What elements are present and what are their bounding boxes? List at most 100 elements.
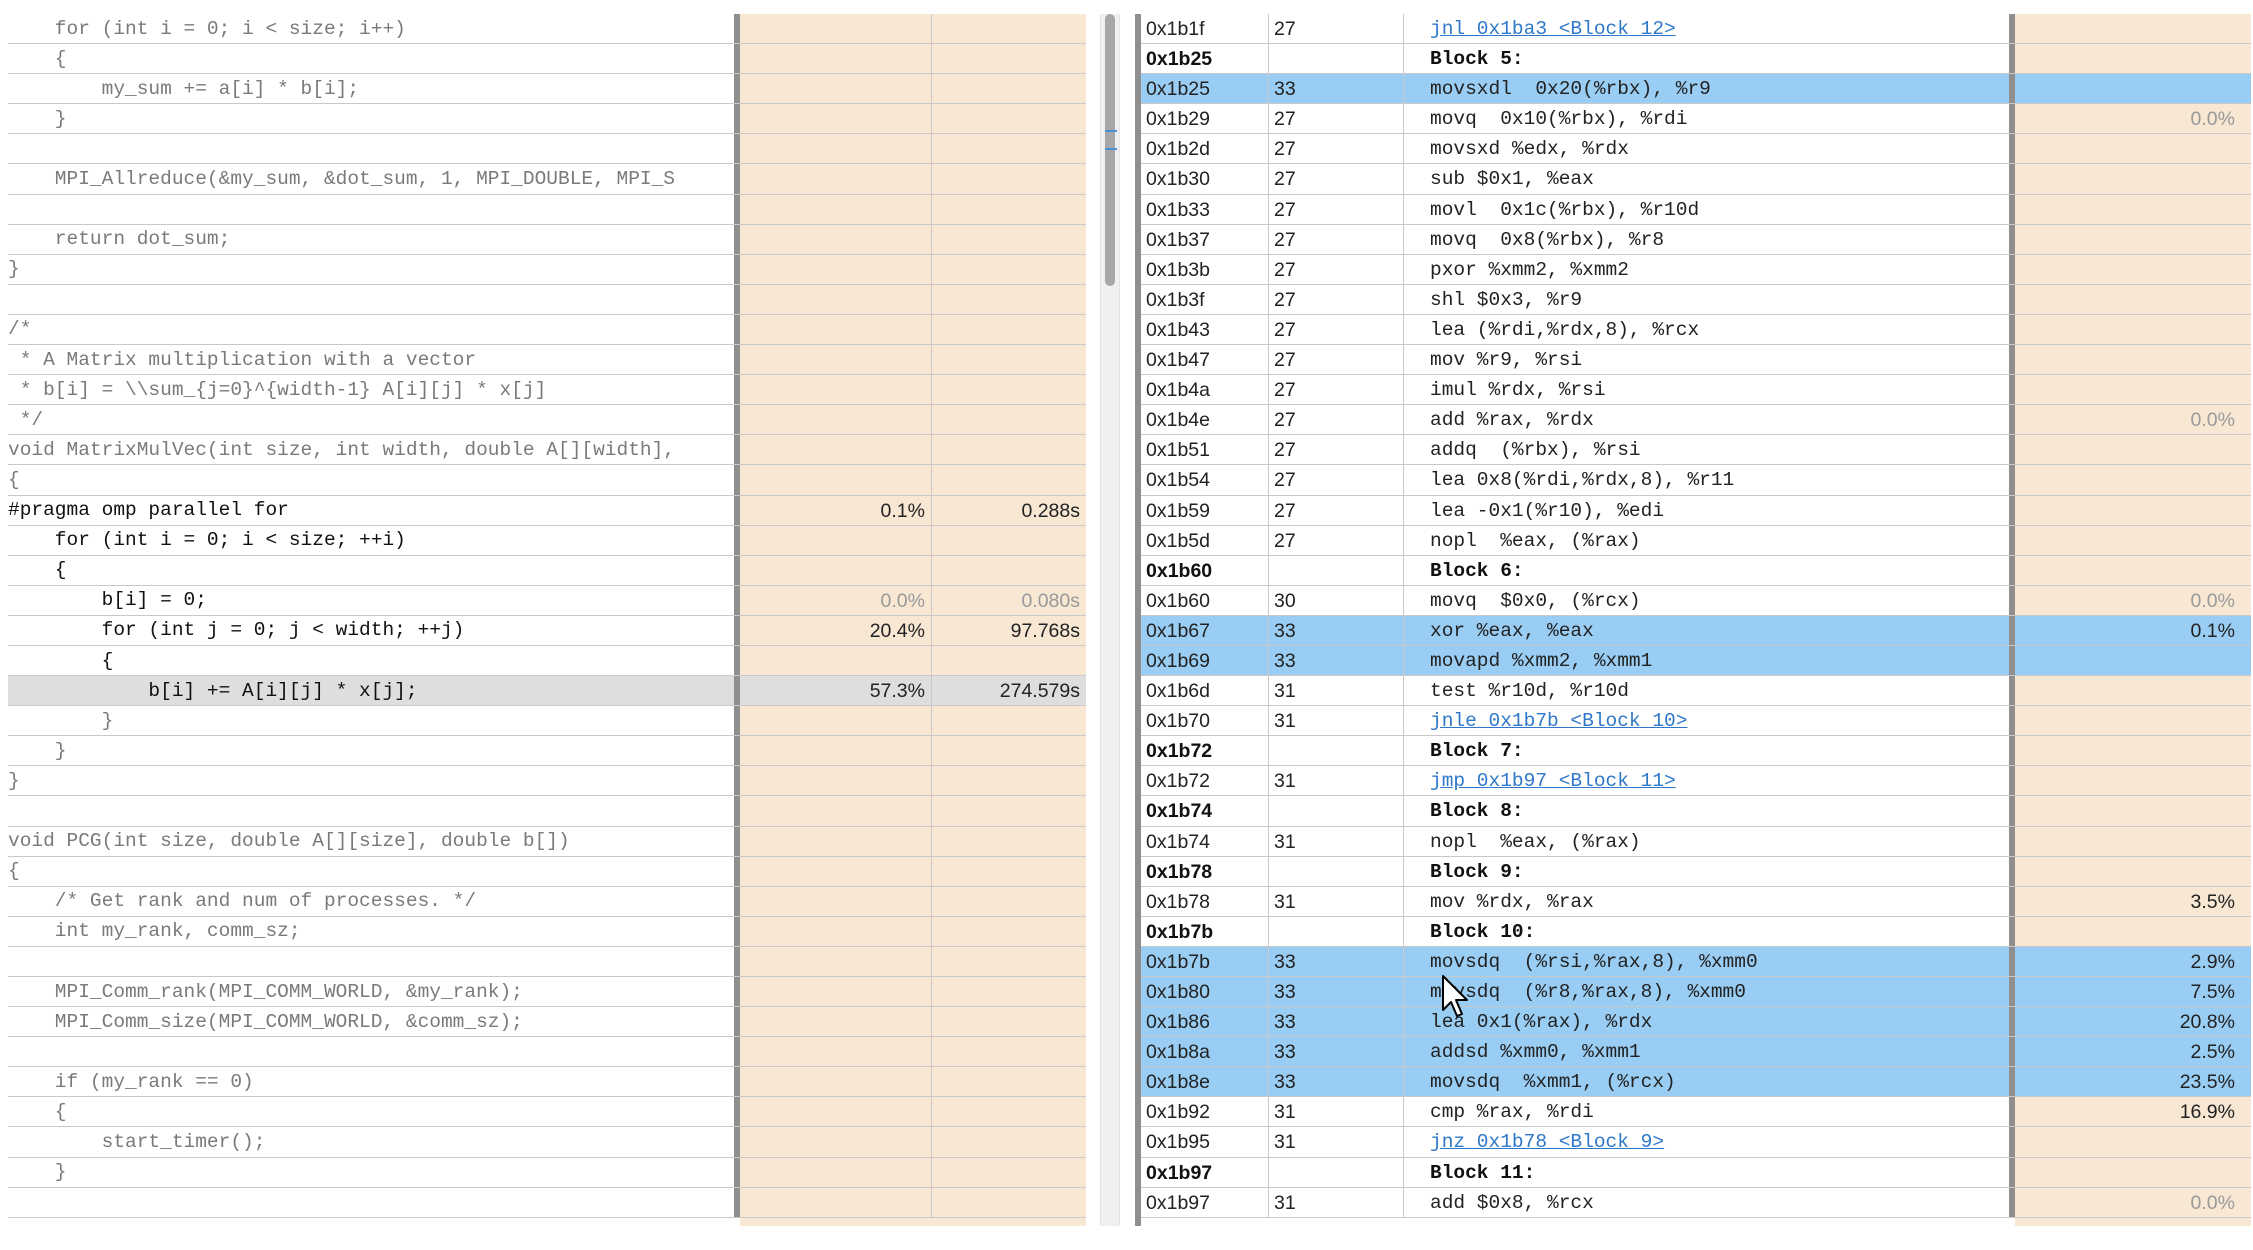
source-line[interactable]: } [8,254,1086,285]
source-line[interactable]: return dot_sum; [8,224,1086,255]
assembly-row[interactable]: 0x1b8a 33 addsd %xmm0, %xmm1 2.5% [1141,1037,2251,1068]
jump-target-link[interactable]: jnz 0x1b78 <Block 9> [1404,1127,2009,1156]
cpu-time-cell [932,195,1086,224]
source-line[interactable]: } [8,736,1086,767]
source-line[interactable] [8,194,1086,225]
assembly-row[interactable]: 0x1b7b 33 movsdq (%rsi,%rax,8), %xmm0 2.9% [1141,946,2251,977]
assembly-block-header[interactable]: 0x1b74 Block 8: [1141,796,2251,827]
source-line[interactable] [8,796,1086,827]
source-line[interactable]: for (int j = 0; j < width; ++j) 20.4% 97.7… [8,615,1086,646]
cpu-percent-cell [2015,435,2245,464]
assembly-row[interactable]: 0x1b8e 33 movsdq %xmm1, (%rcx) 23.5% [1141,1067,2251,1098]
source-code-text: for (int i = 0; i < size; i++) [8,17,406,40]
source-line[interactable]: void MatrixMulVec(int size, int width, d… [8,435,1086,466]
assembly-row[interactable]: 0x1b54 27 lea 0x8(%rdi,%rdx,8), %r11 [1141,465,2251,496]
source-line[interactable]: MPI_Allreduce(&my_sum, &dot_sum, 1, MPI_… [8,164,1086,195]
source-line-number-cell: 27 [1269,345,1404,375]
disassembly-view[interactable]: 0x1b1f 27 jnl 0x1ba3 <Block 12> 0x1b25 Block… [1135,14,2251,1226]
assembly-block-header[interactable]: 0x1b72 Block 7: [1141,736,2251,767]
source-line[interactable]: start_timer(); [8,1127,1086,1158]
source-line[interactable]: if (my_rank == 0) [8,1067,1086,1098]
source-line[interactable]: MPI_Comm_rank(MPI_COMM_WORLD, &my_rank); [8,977,1086,1008]
assembly-block-header[interactable]: 0x1b97 Block 11: [1141,1157,2251,1188]
source-line[interactable]: */ [8,405,1086,436]
assembly-row[interactable]: 0x1b30 27 sub $0x1, %eax [1141,164,2251,195]
cpu-time-cell [932,857,1086,886]
assembly-row[interactable]: 0x1b25 33 movsxdl 0x20(%rbx), %r9 [1141,74,2251,105]
assembly-row[interactable]: 0x1b3b 27 pxor %xmm2, %xmm2 [1141,254,2251,285]
assembly-row[interactable]: 0x1b5d 27 nopl %eax, (%rax) [1141,525,2251,556]
source-line[interactable]: MPI_Comm_size(MPI_COMM_WORLD, &comm_sz); [8,1007,1086,1038]
source-line[interactable] [8,946,1086,977]
assembly-row[interactable]: 0x1b67 33 xor %eax, %eax 0.1% [1141,615,2251,646]
source-line[interactable]: } [8,1157,1086,1188]
assembly-block-header[interactable]: 0x1b78 Block 9: [1141,856,2251,887]
assembly-row[interactable]: 0x1b47 27 mov %r9, %rsi [1141,345,2251,376]
assembly-row[interactable]: 0x1b60 30 movq $0x0, (%rcx) 0.0% [1141,585,2251,616]
assembly-row[interactable]: 0x1b3f 27 shl $0x3, %r9 [1141,284,2251,315]
source-line[interactable]: b[i] += A[i][j] * x[j]; 57.3% 274.579s [8,676,1086,707]
assembly-row[interactable]: 0x1b97 31 add $0x8, %rcx 0.0% [1141,1187,2251,1218]
source-line[interactable] [8,134,1086,165]
cpu-percent-cell [2015,44,2245,73]
source-line[interactable]: { [8,1097,1086,1128]
jump-target-link[interactable]: jnle 0x1b7b <Block 10> [1404,706,2009,735]
source-line[interactable]: b[i] = 0; 0.0% 0.080s [8,585,1086,616]
source-line[interactable]: } [8,766,1086,797]
assembly-row[interactable]: 0x1b6d 31 test %r10d, %r10d [1141,676,2251,707]
source-code-text: { [8,559,67,582]
assembly-row[interactable]: 0x1b92 31 cmp %rax, %rdi 16.9% [1141,1097,2251,1128]
assembly-row[interactable]: 0x1b74 31 nopl %eax, (%rax) [1141,826,2251,857]
source-line[interactable]: { [8,555,1086,586]
assembly-row[interactable]: 0x1b72 31 jmp 0x1b97 <Block 11> [1141,766,2251,797]
source-line[interactable]: { [8,645,1086,677]
source-line[interactable]: for (int i = 0; i < size; ++i) [8,525,1086,556]
cpu-percent-cell [2015,134,2245,163]
assembly-row[interactable]: 0x1b59 27 lea -0x1(%r10), %edi [1141,495,2251,526]
source-line[interactable]: { [8,44,1086,75]
source-line[interactable] [8,1037,1086,1068]
source-line[interactable]: my_sum += a[i] * b[i]; [8,74,1086,105]
source-line[interactable]: #pragma omp parallel for 0.1% 0.288s [8,495,1086,526]
source-line[interactable]: for (int i = 0; i < size; i++) [8,14,1086,45]
assembly-row[interactable]: 0x1b1f 27 jnl 0x1ba3 <Block 12> [1141,14,2251,45]
assembly-row[interactable]: 0x1b2d 27 movsxd %edx, %rdx [1141,134,2251,165]
source-line[interactable]: /* Get rank and num of processes. */ [8,886,1086,917]
assembly-row[interactable]: 0x1b4a 27 imul %rdx, %rsi [1141,375,2251,406]
instruction-cell: movq 0x10(%rbx), %rdi [1430,108,1688,131]
assembly-row[interactable]: 0x1b4e 27 add %rax, %rdx 0.0% [1141,405,2251,436]
source-line[interactable]: int my_rank, comm_sz; [8,916,1086,947]
assembly-row[interactable]: 0x1b29 27 movq 0x10(%rbx), %rdi 0.0% [1141,104,2251,135]
assembly-row[interactable]: 0x1b80 33 movsdq (%r8,%rax,8), %xmm0 7.5% [1141,977,2251,1008]
source-line[interactable]: } [8,706,1086,737]
vertical-scrollbar[interactable] [1100,14,1120,1226]
assembly-row[interactable]: 0x1b37 27 movq 0x8(%rbx), %r8 [1141,224,2251,255]
assembly-row[interactable]: 0x1b78 31 mov %rdx, %rax 3.5% [1141,886,2251,917]
source-line[interactable] [8,1187,1086,1218]
assembly-row[interactable]: 0x1b69 33 movapd %xmm2, %xmm1 [1141,645,2251,677]
jump-target-link[interactable]: jnl 0x1ba3 <Block 12> [1404,14,2009,43]
jump-target-link[interactable]: jmp 0x1b97 <Block 11> [1404,766,2009,795]
source-line[interactable]: } [8,104,1086,135]
assembly-row[interactable]: 0x1b33 27 movl 0x1c(%rbx), %r10d [1141,194,2251,225]
assembly-row[interactable]: 0x1b70 31 jnle 0x1b7b <Block 10> [1141,706,2251,737]
assembly-row[interactable]: 0x1b86 33 lea 0x1(%rax), %rdx 20.8% [1141,1007,2251,1038]
assembly-block-header[interactable]: 0x1b60 Block 6: [1141,555,2251,586]
source-code-view[interactable]: for (int i = 0; i < size; i++) { my_sum … [8,14,1086,1226]
assembly-row[interactable]: 0x1b43 27 lea (%rdi,%rdx,8), %rcx [1141,314,2251,346]
assembly-row[interactable]: 0x1b95 31 jnz 0x1b78 <Block 9> [1141,1127,2251,1158]
scrollbar-thumb[interactable] [1105,14,1115,286]
source-line[interactable] [8,284,1086,315]
assembly-row[interactable]: 0x1b51 27 addq (%rbx), %rsi [1141,435,2251,466]
source-line[interactable]: { [8,465,1086,496]
source-line[interactable]: * A Matrix multiplication with a vector [8,345,1086,376]
source-line-number-cell: 27 [1269,375,1404,405]
assembly-block-header[interactable]: 0x1b7b Block 10: [1141,916,2251,947]
source-line[interactable]: { [8,856,1086,887]
assembly-block-header[interactable]: 0x1b25 Block 5: [1141,44,2251,75]
source-line[interactable]: void PCG(int size, double A[][size], dou… [8,826,1086,857]
source-line-number-cell: 31 [1269,766,1404,796]
source-line[interactable]: /* [8,314,1086,346]
source-code-text: MPI_Allreduce(&my_sum, &dot_sum, 1, MPI_… [8,168,676,191]
source-line[interactable]: * b[i] = \\sum_{j=0}^{width-1} A[i][j] *… [8,375,1086,406]
